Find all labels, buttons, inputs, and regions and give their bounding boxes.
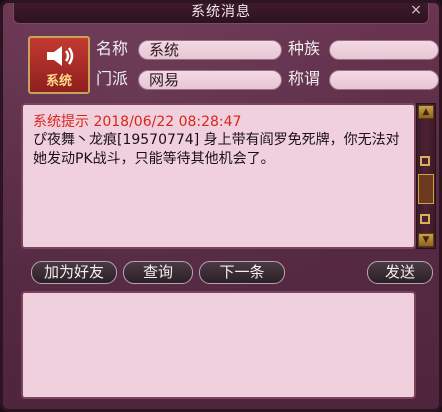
scroll-ornament-icon (420, 214, 430, 224)
reply-input[interactable] (21, 291, 416, 399)
avatar: 系统 (28, 36, 90, 94)
message-panel: 系统提示 2018/06/22 08:28:47 ぴ夜舞丶龙痕[19570774… (21, 103, 416, 249)
window-title: 系统消息 (191, 4, 251, 20)
title-field (329, 70, 439, 90)
send-button[interactable]: 发送 (367, 261, 433, 284)
scroll-thumb[interactable] (418, 174, 434, 204)
next-message-button[interactable]: 下一条 (199, 261, 285, 284)
avatar-label: 系统 (45, 74, 72, 89)
sect-field: 网易 (138, 70, 282, 90)
sect-label: 门派 (96, 69, 129, 88)
name-field: 系统 (138, 40, 282, 60)
speaker-icon (47, 46, 74, 66)
add-friend-button[interactable]: 加为好友 (31, 261, 117, 284)
title-bar[interactable]: 系统消息 × (13, 2, 429, 24)
message-scrollbar[interactable]: ▲ ▼ (416, 103, 436, 249)
system-message-window: 系统消息 × 系统 名称 系统 种族 门派 网易 称谓 系统提示 2018/06… (0, 0, 442, 412)
name-label: 名称 (96, 39, 129, 58)
scroll-up-arrow[interactable]: ▲ (418, 105, 434, 119)
message-body: ぴ夜舞丶龙痕[19570774] 身上带有阎罗免死牌，你无法对她发动PK战斗，只… (33, 132, 400, 167)
scroll-ornament-icon (420, 156, 430, 166)
query-button[interactable]: 查询 (123, 261, 193, 284)
close-button[interactable]: × (407, 2, 425, 18)
title-label: 称谓 (288, 69, 321, 88)
race-field (329, 40, 439, 60)
message-header: 系统提示 2018/06/22 08:28:47 (33, 114, 242, 130)
race-label: 种族 (288, 39, 321, 58)
scroll-down-arrow[interactable]: ▼ (418, 233, 434, 247)
